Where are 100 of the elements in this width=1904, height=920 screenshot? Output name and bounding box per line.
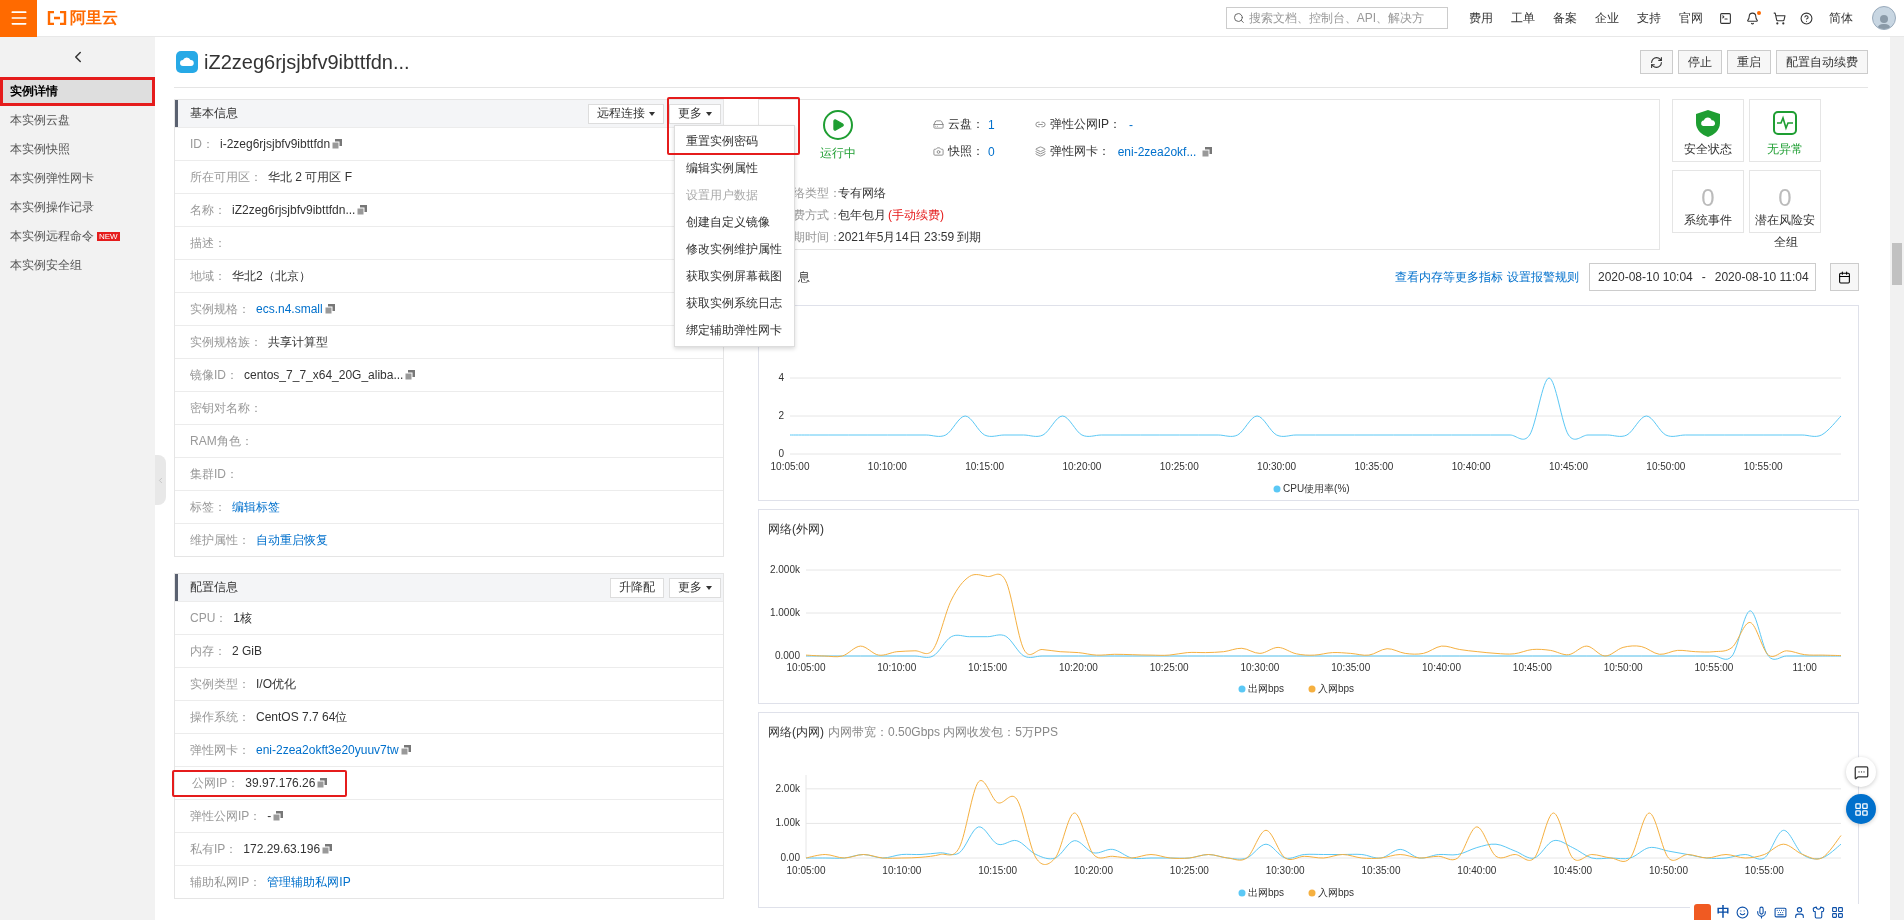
dropdown-button[interactable]: 更多: [669, 577, 721, 598]
legend-label[interactable]: 入网bps: [1318, 887, 1355, 898]
apps-button[interactable]: [1846, 794, 1876, 824]
field-label: 弹性网卡：: [190, 741, 250, 759]
tile-count: 0: [1778, 184, 1792, 212]
field-label: 所在可用区：: [190, 168, 262, 186]
detail-value: 专有网络: [838, 185, 886, 202]
keyboard-icon[interactable]: [1774, 905, 1787, 919]
action-button[interactable]: 停止: [1678, 50, 1722, 74]
menu-item[interactable]: 重置实例密码: [675, 128, 794, 155]
date-range-field[interactable]: 2020-08-10 10:04 - 2020-08-10 11:04: [1589, 263, 1816, 291]
legend-label[interactable]: CPU使用率(%): [1283, 483, 1350, 494]
legend-label[interactable]: 出网bps: [1248, 683, 1285, 694]
scrollbar-thumb[interactable]: [1892, 243, 1902, 285]
legend-label[interactable]: 出网bps: [1248, 887, 1285, 898]
menu-item[interactable]: 获取实例屏幕截图: [675, 263, 794, 290]
field-label: 镜像ID：: [190, 366, 238, 384]
axis-label: 10:50:00: [1649, 865, 1688, 876]
refresh-button[interactable]: [1640, 50, 1673, 74]
sidebar-item[interactable]: 本实例安全组: [0, 251, 155, 280]
detail-note: (手动续费): [888, 207, 944, 224]
avatar[interactable]: [1872, 6, 1896, 30]
field-link[interactable]: 编辑标签: [232, 498, 280, 516]
menu-item[interactable]: 修改实例维护属性: [675, 236, 794, 263]
upgrade-button[interactable]: 升降配: [610, 577, 664, 598]
copy-icon[interactable]: [273, 811, 284, 821]
axis-label: 10:15:00: [965, 461, 1005, 472]
field-value: 共享计算型: [268, 333, 328, 351]
axis-label: 10:30:00: [1265, 865, 1305, 876]
nav-link[interactable]: 官网: [1670, 9, 1712, 27]
menu-item[interactable]: 创建自定义镜像: [675, 209, 794, 236]
sidebar-item[interactable]: 本实例远程命令 NEW: [0, 222, 155, 251]
dropdown-button[interactable]: 更多: [669, 103, 721, 124]
sidebar-item[interactable]: 本实例弹性网卡: [0, 164, 155, 193]
action-button[interactable]: 配置自动续费: [1776, 50, 1868, 74]
nav-link[interactable]: 费用: [1460, 9, 1502, 27]
sidebar-item[interactable]: 本实例云盘: [0, 106, 155, 135]
mic-icon[interactable]: [1755, 905, 1768, 919]
smiley-icon[interactable]: [1736, 905, 1749, 919]
stat-link[interactable]: 0: [988, 144, 995, 159]
dropdown-button[interactable]: 远程连接: [588, 103, 664, 124]
copy-icon[interactable]: [317, 778, 328, 788]
monitor-link[interactable]: 查看内存等更多指标: [1395, 268, 1503, 286]
search-field[interactable]: 搜索文档、控制台、API、解决方: [1226, 7, 1448, 29]
copy-icon[interactable]: [322, 844, 333, 854]
axis-label: 10:10:00: [867, 461, 907, 472]
menu-item[interactable]: 获取实例系统日志: [675, 290, 794, 317]
action-button[interactable]: 重启: [1727, 50, 1771, 74]
nav-link[interactable]: 企业: [1586, 9, 1628, 27]
axis-label: 0.00: [780, 852, 800, 863]
axis-label: 10:20:00: [1074, 865, 1113, 876]
sidebar-item[interactable]: 实例详情: [0, 77, 155, 106]
grid-icon[interactable]: [1831, 905, 1844, 919]
ime-mode[interactable]: 中: [1717, 903, 1730, 920]
person-icon[interactable]: [1793, 905, 1806, 919]
chat-button[interactable]: [1846, 757, 1876, 787]
monitor-link[interactable]: 设置报警规则: [1507, 268, 1579, 286]
sidebar-label: 本实例远程命令: [10, 228, 94, 245]
copy-icon[interactable]: [400, 745, 411, 755]
calendar-button[interactable]: [1830, 263, 1859, 291]
stat-link[interactable]: -: [1129, 117, 1134, 132]
field-link[interactable]: eni-2zea2okft3e20yuuv7tw: [256, 743, 399, 757]
security-tile[interactable]: 0 系统事件: [1672, 170, 1744, 233]
shield-icon: [1696, 110, 1720, 137]
sidebar-item[interactable]: 本实例快照: [0, 135, 155, 164]
sidebar-item[interactable]: 本实例操作记录: [0, 193, 155, 222]
copy-icon[interactable]: [332, 139, 343, 149]
field-link[interactable]: 自动重启恢复: [256, 531, 328, 549]
shirt-icon[interactable]: [1812, 905, 1825, 919]
security-tile[interactable]: 安全状态: [1672, 99, 1744, 162]
axis-label: 10:10:00: [882, 865, 922, 876]
security-tile[interactable]: 无异常: [1749, 99, 1821, 162]
nav-link[interactable]: 备案: [1544, 9, 1586, 27]
menu-button[interactable]: [0, 0, 37, 37]
field-label: 地域：: [190, 267, 226, 285]
axis-label: 10:40:00: [1457, 865, 1497, 876]
field-link[interactable]: ecs.n4.small: [256, 302, 323, 316]
menu-item[interactable]: 绑定辅助弹性网卡: [675, 317, 794, 344]
field-label: ID：: [190, 135, 214, 153]
language-link[interactable]: 简体: [1820, 9, 1862, 27]
instance-title: iZ2zeg6rjsjbfv9ibttfdn...: [204, 50, 410, 74]
field-link[interactable]: 管理辅助私网IP: [267, 873, 351, 891]
copy-icon[interactable]: [357, 205, 368, 215]
sidebar-label: 本实例安全组: [10, 257, 82, 274]
copy-icon[interactable]: [405, 370, 416, 380]
stat-link[interactable]: 1: [988, 117, 995, 132]
sidebar-handle[interactable]: [155, 455, 166, 505]
stat-label: 云盘：: [948, 116, 984, 133]
nav-link[interactable]: 支持: [1628, 9, 1670, 27]
layers-icon: [1034, 146, 1046, 157]
field-label: 名称：: [190, 201, 226, 219]
copy-icon[interactable]: [1202, 146, 1213, 157]
copy-icon[interactable]: [324, 304, 335, 314]
field-value: 华北2（北京）: [232, 267, 311, 285]
menu-item[interactable]: 编辑实例属性: [675, 155, 794, 182]
pulse-icon: [1773, 111, 1797, 135]
stat-link[interactable]: eni-2zea2okf...: [1117, 144, 1197, 159]
nav-link[interactable]: 工单: [1502, 9, 1544, 27]
legend-label[interactable]: 入网bps: [1318, 683, 1355, 694]
axis-label: 10:55:00: [1744, 865, 1784, 876]
